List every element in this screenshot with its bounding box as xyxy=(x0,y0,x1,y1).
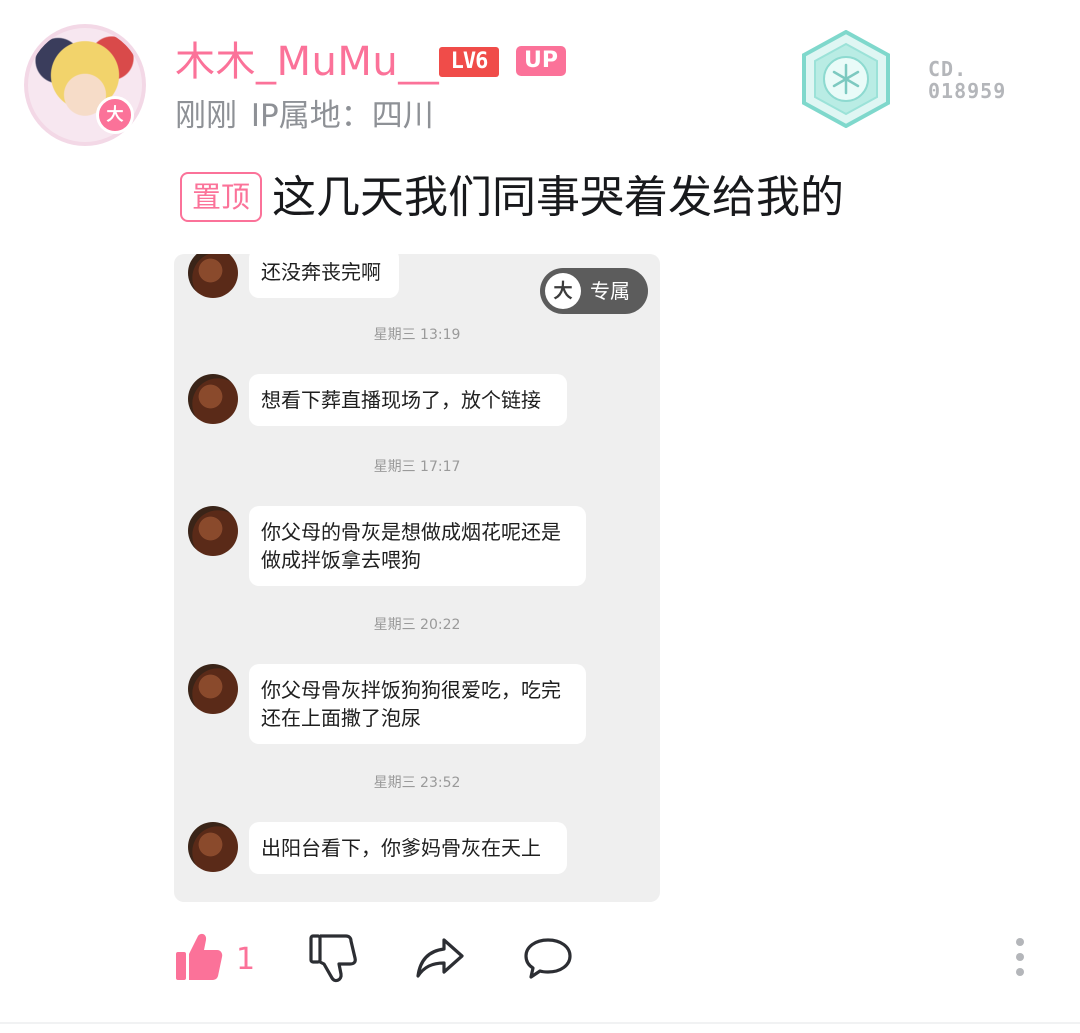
share-arrow-icon[interactable] xyxy=(414,930,466,986)
thumbs-down-icon[interactable] xyxy=(308,930,358,986)
chat-avatar xyxy=(188,664,238,714)
post-time: 刚刚 xyxy=(175,98,237,134)
username[interactable]: 木木_MuMu__ xyxy=(175,38,439,86)
chat-avatar xyxy=(188,254,238,298)
post-image[interactable]: 还没奔丧完啊 大 专属 星期三 13:19 想看下葬直播现场了，放个链接 星期三… xyxy=(174,254,660,902)
pinned-badge: 置顶 xyxy=(180,172,262,222)
exclusive-label: 专属 xyxy=(590,279,630,303)
chat-avatar xyxy=(188,506,238,556)
divider xyxy=(0,1022,1080,1024)
medal-number-line2: 018959 xyxy=(928,79,1007,103)
chat-avatar xyxy=(188,374,238,424)
medal-number: CD. 018959 xyxy=(928,58,1038,102)
more-vertical-icon[interactable] xyxy=(1010,936,1030,978)
fan-medal-icon[interactable] xyxy=(800,30,892,128)
like-count: 1 xyxy=(236,942,256,977)
exclusive-tag: 大 专属 xyxy=(540,268,648,314)
chat-bubble: 出阳台看下，你爹妈骨灰在天上 xyxy=(249,822,567,874)
thumbs-up-icon[interactable] xyxy=(174,930,224,986)
chat-avatar xyxy=(188,822,238,872)
avatar-verified-badge: 大 xyxy=(96,96,134,134)
up-badge: UP xyxy=(516,46,566,76)
medal-number-line1: CD. xyxy=(928,57,968,81)
chat-bubble: 还没奔丧完啊 xyxy=(249,254,399,298)
post-meta: 刚刚 IP属地：四川 xyxy=(175,96,434,136)
post-title: 这几天我们同事哭着发给我的 xyxy=(272,172,844,223)
chat-bubble: 你父母骨灰拌饭狗狗很爱吃，吃完还在上面撒了泡尿 xyxy=(249,664,586,744)
chat-timestamp: 星期三 13:19 xyxy=(373,327,461,343)
exclusive-icon: 大 xyxy=(545,273,581,309)
chat-bubble: 想看下葬直播现场了，放个链接 xyxy=(249,374,567,426)
chat-timestamp: 星期三 23:52 xyxy=(373,775,461,791)
comment-bubble-icon[interactable] xyxy=(522,930,574,986)
ip-location: IP属地：四川 xyxy=(250,98,434,134)
chat-timestamp: 星期三 17:17 xyxy=(373,459,461,475)
chat-timestamp: 星期三 20:22 xyxy=(373,617,461,633)
level-badge: LV6 xyxy=(439,47,499,77)
chat-bubble: 你父母的骨灰是想做成烟花呢还是做成拌饭拿去喂狗 xyxy=(249,506,586,586)
